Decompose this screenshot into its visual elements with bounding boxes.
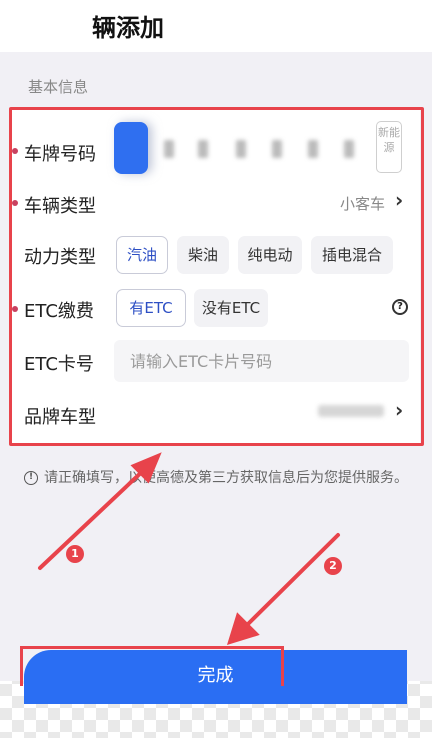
annotation-badge-2: 2 — [324, 557, 342, 575]
annotation-arrows — [38, 452, 340, 646]
annotation-badge-1: 1 — [66, 545, 84, 563]
arrow-1-line — [38, 466, 148, 570]
arrow-2-line — [242, 533, 340, 630]
